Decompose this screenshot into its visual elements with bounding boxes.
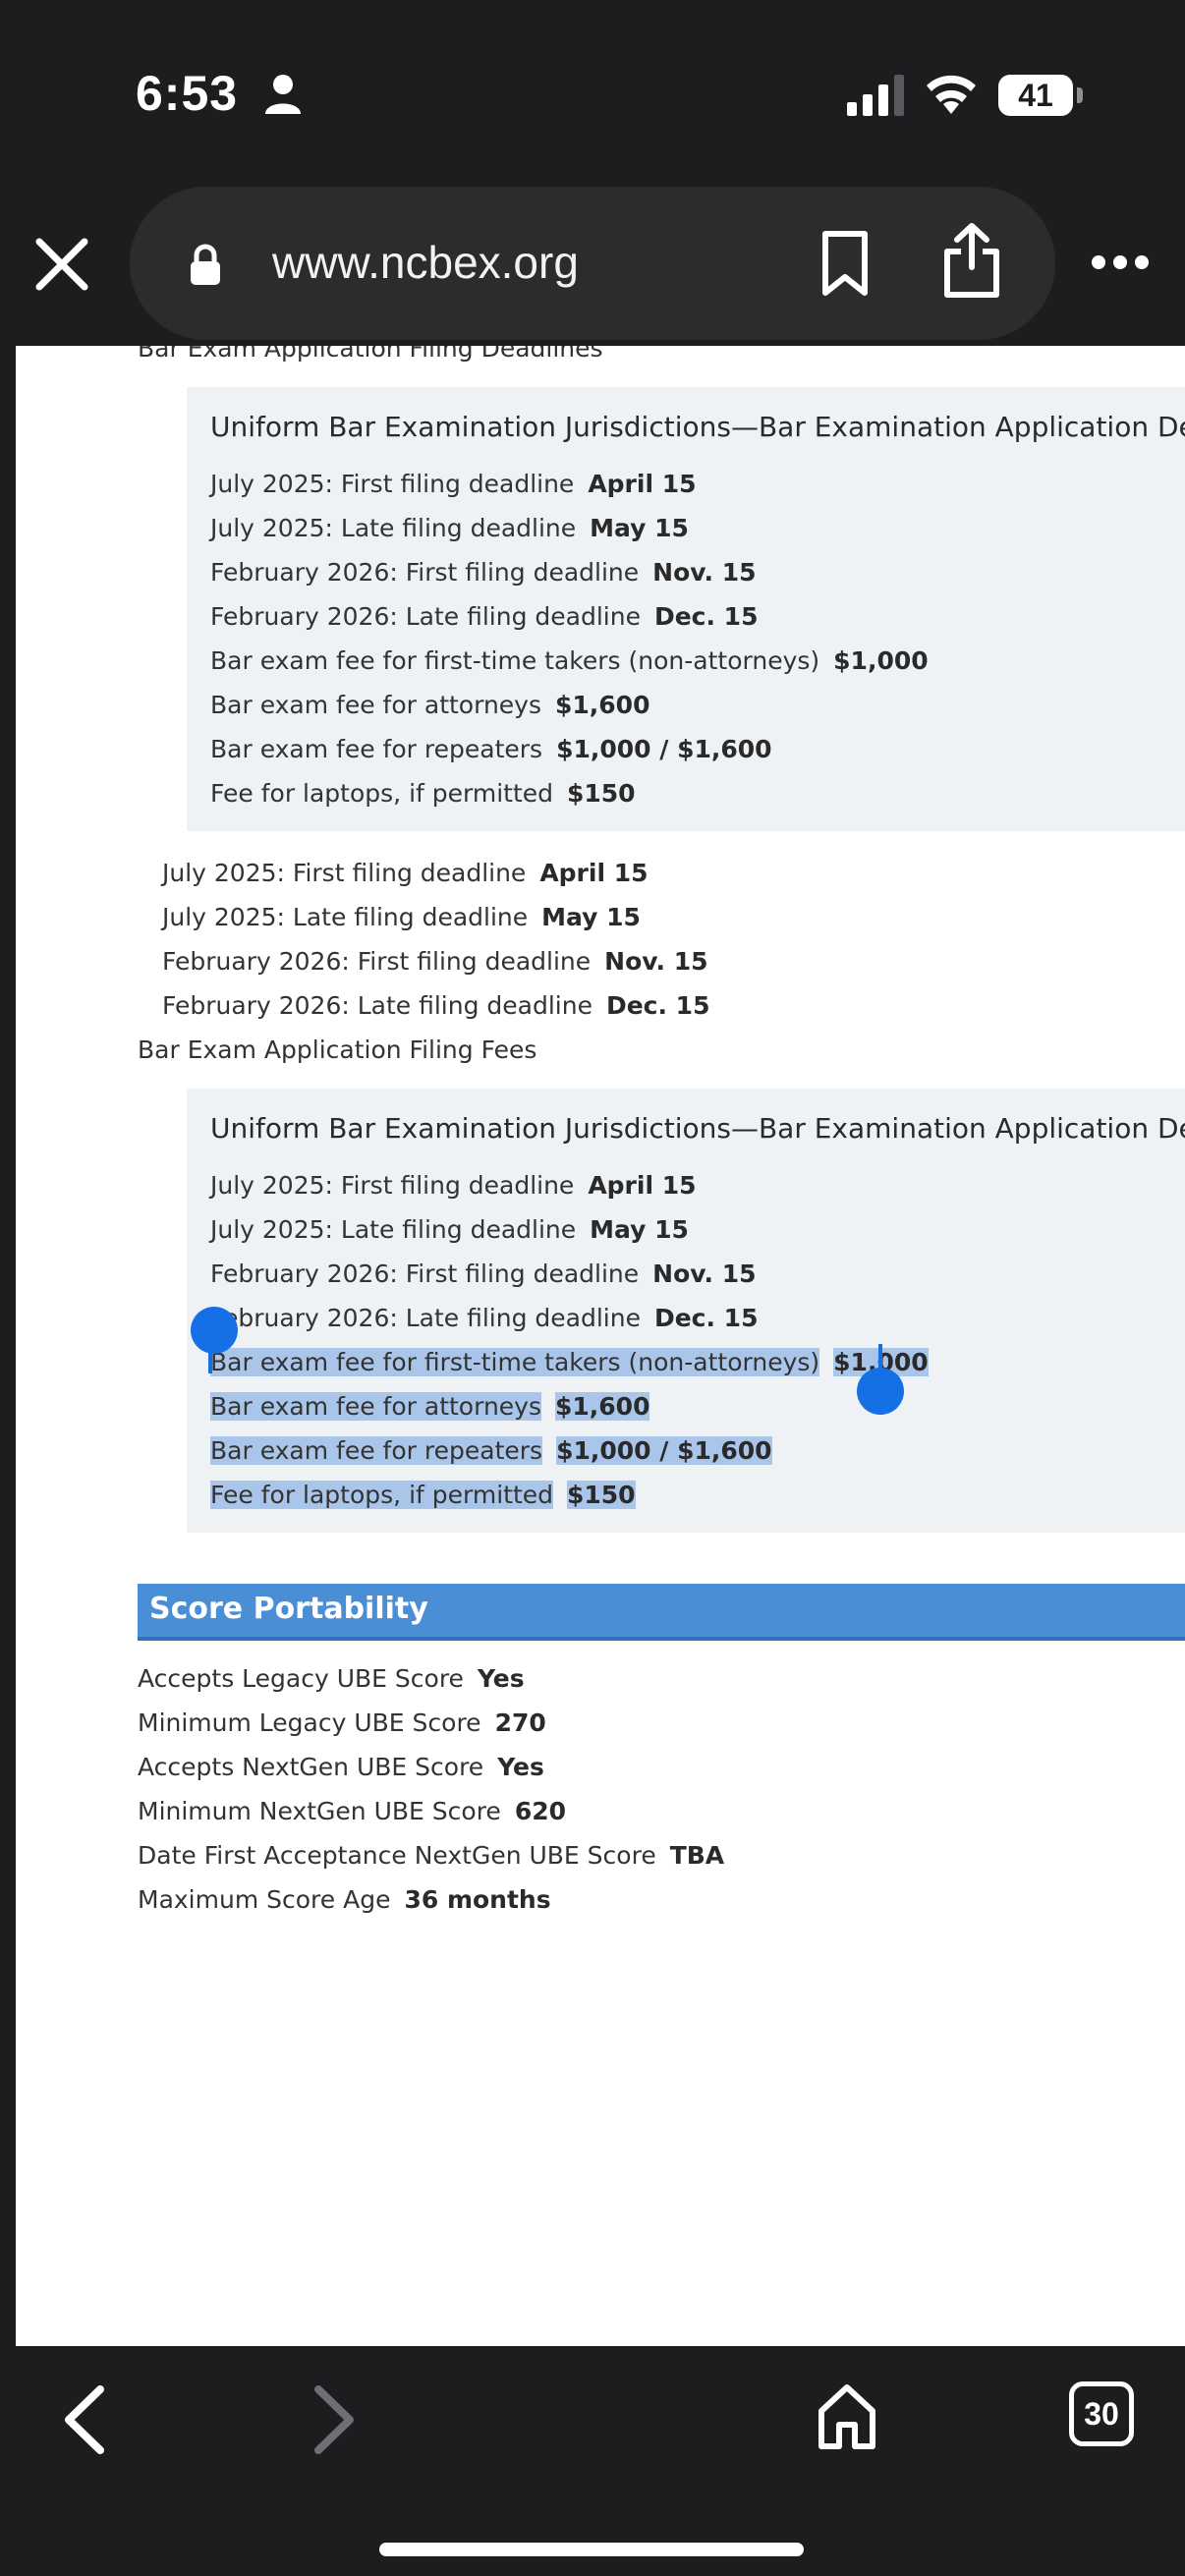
selected-list-item: Bar exam fee for attorneys $1,600 xyxy=(210,1392,650,1421)
browser-nav-bar: www.ncbex.org xyxy=(0,187,1185,346)
selected-list-item: Fee for laptops, if permitted $150 xyxy=(210,1481,636,1509)
list-item: February 2026: First filing deadline Nov.… xyxy=(210,558,757,587)
close-icon[interactable] xyxy=(31,234,92,295)
tabs-button[interactable]: 30 xyxy=(1069,2381,1134,2446)
filing-fees-heading: Bar Exam Application Filing Fees xyxy=(138,1036,537,1064)
list-item: February 2026: Late filing deadline Dec. … xyxy=(210,1304,759,1332)
selected-list-item: Bar exam fee for repeaters $1,000 / $1,60… xyxy=(210,1436,772,1465)
score-portability-header: Score Portability xyxy=(138,1584,1185,1641)
panel-title: Uniform Bar Examination Jurisdictions—Ba… xyxy=(210,411,1185,443)
list-item: July 2025: First filing deadline April 15 xyxy=(162,859,649,887)
share-icon[interactable] xyxy=(941,222,1002,299)
list-item: Bar exam fee for attorneys $1,600 xyxy=(210,691,650,719)
lock-icon xyxy=(191,244,220,285)
status-bar: 6:53 41 xyxy=(0,0,1185,187)
list-item: Accepts Legacy UBE Score Yes xyxy=(138,1664,525,1693)
list-item: Fee for laptops, if permitted $150 xyxy=(210,779,636,808)
filing-deadlines-heading: Bar Exam Application Filing Deadlines xyxy=(138,346,603,363)
url-bar[interactable]: www.ncbex.org xyxy=(130,187,1055,340)
list-item: Minimum NextGen UBE Score 620 xyxy=(138,1797,566,1825)
status-time: 6:53 xyxy=(136,66,239,121)
person-icon xyxy=(265,75,301,114)
list-item: July 2025: First filing deadline April 15 xyxy=(210,470,697,498)
forward-arrow-icon[interactable] xyxy=(309,2383,362,2456)
ube-deadlines-panel-2: Uniform Bar Examination Jurisdictions—Ba… xyxy=(187,1089,1185,1533)
list-item: Minimum Legacy UBE Score 270 xyxy=(138,1708,546,1737)
list-item: July 2025: Late filing deadline May 15 xyxy=(162,903,641,931)
browser-toolbar: 30 xyxy=(0,2346,1185,2576)
tab-count: 30 xyxy=(1084,2396,1119,2432)
list-item: Bar exam fee for first-time takers (non-… xyxy=(210,646,929,675)
list-item: February 2026: First filing deadline Nov.… xyxy=(210,1260,757,1288)
ube-deadlines-panel-1: Uniform Bar Examination Jurisdictions—Ba… xyxy=(187,387,1185,831)
battery-icon: 41 xyxy=(998,75,1083,116)
battery-level: 41 xyxy=(1018,78,1053,113)
selection-start-handle[interactable] xyxy=(191,1307,238,1354)
more-icon[interactable] xyxy=(1091,252,1150,273)
bookmark-icon[interactable] xyxy=(818,230,873,297)
list-item: February 2026: Late filing deadline Dec. … xyxy=(162,991,710,1020)
wifi-icon xyxy=(927,75,976,114)
list-item: February 2026: First filing deadline Nov.… xyxy=(162,947,708,976)
selected-list-item: Bar exam fee for first-time takers (non-… xyxy=(210,1348,929,1376)
web-content[interactable]: Bar Exam Application Filing Deadlines Un… xyxy=(16,346,1185,2346)
list-item: Maximum Score Age 36 months xyxy=(138,1885,551,1914)
url-text: www.ncbex.org xyxy=(272,237,579,288)
home-icon[interactable] xyxy=(816,2381,878,2452)
list-item: July 2025: First filing deadline April 15 xyxy=(210,1171,697,1200)
list-item: Accepts NextGen UBE Score Yes xyxy=(138,1753,544,1781)
list-item: Bar exam fee for repeaters $1,000 / $1,60… xyxy=(210,735,772,763)
back-arrow-icon[interactable] xyxy=(57,2383,110,2456)
list-item: July 2025: Late filing deadline May 15 xyxy=(210,514,689,542)
list-item: July 2025: Late filing deadline May 15 xyxy=(210,1215,689,1244)
panel-title: Uniform Bar Examination Jurisdictions—Ba… xyxy=(210,1112,1185,1145)
home-indicator[interactable] xyxy=(379,2543,804,2556)
list-item: Date First Acceptance NextGen UBE Score T… xyxy=(138,1841,725,1870)
selection-end-handle[interactable] xyxy=(857,1368,904,1415)
list-item: February 2026: Late filing deadline Dec. … xyxy=(210,602,759,631)
section-title: Score Portability xyxy=(149,1592,428,1626)
signal-icon xyxy=(847,75,904,116)
